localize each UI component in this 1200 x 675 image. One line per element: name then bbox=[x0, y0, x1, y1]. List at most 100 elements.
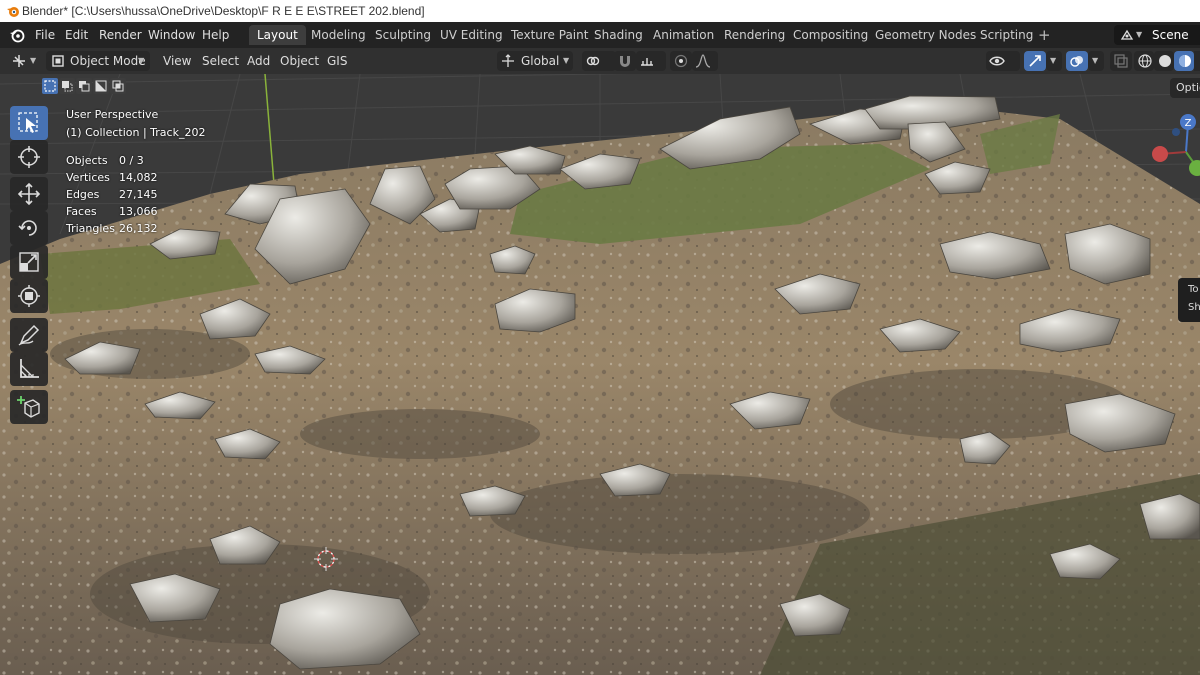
top-menu-bar: File Edit Render Window Help Layout Mode… bbox=[0, 22, 1200, 48]
menu-object[interactable]: Object bbox=[280, 51, 319, 71]
options-dropdown[interactable]: Options bbox=[1170, 78, 1200, 98]
gizmo-y-axis[interactable] bbox=[1189, 160, 1200, 176]
select-new-icon bbox=[44, 80, 56, 92]
measure-tool-button[interactable] bbox=[10, 352, 48, 386]
menu-help[interactable]: Help bbox=[202, 22, 229, 48]
rotate-icon bbox=[18, 220, 37, 236]
shading-wireframe-button[interactable] bbox=[1134, 51, 1154, 71]
select-new-button[interactable] bbox=[42, 78, 58, 94]
tab-animation[interactable]: Animation bbox=[645, 25, 722, 45]
sidebar-tab-line1: To bbox=[1188, 284, 1199, 295]
scene-selector[interactable]: ▼ Scene bbox=[1114, 25, 1200, 45]
xray-icon bbox=[1114, 54, 1128, 68]
annotate-tool-button[interactable] bbox=[10, 318, 48, 352]
3d-viewport[interactable] bbox=[0, 74, 1200, 675]
navigation-gizmo[interactable]: Z bbox=[1146, 110, 1200, 190]
menu-select[interactable]: Select bbox=[202, 51, 239, 71]
tab-shading[interactable]: Shading bbox=[586, 25, 651, 45]
overlays-dropdown[interactable]: ▼ bbox=[1088, 51, 1104, 71]
gizmo-z-label: Z bbox=[1185, 118, 1192, 129]
select-subtract-button[interactable] bbox=[76, 78, 92, 94]
sidebar-tab-line2: Sh bbox=[1188, 302, 1200, 313]
pencil-icon bbox=[18, 324, 40, 346]
chevron-down-icon: ▼ bbox=[563, 56, 570, 65]
cursor-tool-button[interactable] bbox=[10, 140, 48, 174]
snap-target-dropdown[interactable] bbox=[636, 51, 666, 71]
rotate-tool-button[interactable] bbox=[10, 211, 48, 245]
snap-toggle[interactable] bbox=[614, 51, 636, 71]
xray-toggle[interactable] bbox=[1110, 51, 1132, 71]
view-perspective-label: User Perspective bbox=[66, 108, 159, 121]
menu-file[interactable]: File bbox=[35, 22, 55, 48]
menu-view[interactable]: View bbox=[163, 51, 191, 71]
gizmo-neg-z-axis[interactable] bbox=[1172, 128, 1180, 136]
window-title: Blender* [C:\Users\hussa\OneDrive\Deskto… bbox=[22, 4, 425, 18]
gizmo-x-axis[interactable] bbox=[1152, 146, 1168, 162]
object-mode-dropdown[interactable]: Object Mode ▼ bbox=[46, 51, 150, 71]
move-tool-button[interactable] bbox=[10, 177, 48, 211]
gizmo-arrow-icon bbox=[1029, 55, 1041, 67]
eye-icon bbox=[989, 56, 1005, 66]
sidebar-tool-tab[interactable]: To Sh bbox=[1178, 278, 1200, 322]
visibility-dropdown[interactable] bbox=[986, 51, 1020, 71]
add-workspace-button[interactable]: + bbox=[1038, 22, 1051, 48]
select-intersect-button[interactable] bbox=[110, 78, 126, 94]
proportional-edit-icon bbox=[674, 54, 688, 68]
material-sphere-icon bbox=[1179, 55, 1191, 67]
orientation-label: Global bbox=[521, 54, 560, 68]
orientation-axes-icon bbox=[502, 54, 514, 67]
select-intersect-icon bbox=[112, 80, 124, 92]
select-extend-button[interactable] bbox=[59, 78, 75, 94]
magnet-icon bbox=[620, 56, 630, 67]
chevron-down-icon: ▼ bbox=[1050, 56, 1057, 65]
add-cube-tool-button[interactable] bbox=[10, 390, 48, 424]
tab-texture-paint[interactable]: Texture Paint bbox=[503, 25, 596, 45]
select-extend-icon bbox=[62, 81, 73, 92]
falloff-curve-icon bbox=[695, 54, 711, 68]
transform-tool-button[interactable] bbox=[10, 279, 48, 313]
ruler-icon bbox=[20, 359, 39, 378]
transform-orientation-dropdown[interactable]: Global ▼ bbox=[497, 51, 573, 71]
scale-icon bbox=[19, 252, 39, 272]
tab-rendering[interactable]: Rendering bbox=[716, 25, 793, 45]
tab-uv-editing[interactable]: UV Editing bbox=[432, 25, 511, 45]
tab-scripting[interactable]: Scripting bbox=[972, 25, 1041, 45]
menu-add[interactable]: Add bbox=[247, 51, 270, 71]
object-mode-label: Object Mode bbox=[70, 54, 146, 68]
menu-edit[interactable]: Edit bbox=[65, 22, 88, 48]
tab-compositing[interactable]: Compositing bbox=[785, 25, 876, 45]
shading-rendered-button[interactable] bbox=[1194, 51, 1200, 71]
viewport-header: ▼ Object Mode ▼ View Select Add Object G… bbox=[0, 48, 1200, 74]
menu-gis[interactable]: GIS bbox=[327, 51, 347, 71]
transform-icon bbox=[18, 285, 40, 307]
scale-tool-button[interactable] bbox=[10, 245, 48, 279]
shading-material-button[interactable] bbox=[1174, 51, 1194, 71]
shading-solid-button[interactable] bbox=[1154, 51, 1174, 71]
tab-geometry-nodes[interactable]: Geometry Nodes bbox=[867, 25, 984, 45]
menu-render[interactable]: Render bbox=[99, 22, 142, 48]
tab-modeling[interactable]: Modeling bbox=[303, 25, 374, 45]
pivot-link-icon bbox=[586, 56, 600, 66]
3d-cursor-icon bbox=[18, 146, 40, 168]
select-cursor-icon bbox=[18, 112, 38, 133]
overlays-toggle[interactable] bbox=[1066, 51, 1088, 71]
object-mode-icon bbox=[52, 55, 64, 67]
select-subtract-icon bbox=[79, 81, 90, 92]
blender-menu-icon[interactable] bbox=[9, 27, 25, 43]
menu-window[interactable]: Window bbox=[148, 22, 195, 48]
gizmo-toggle[interactable] bbox=[1024, 51, 1046, 71]
gizmo-dropdown[interactable]: ▼ bbox=[1046, 51, 1062, 71]
select-invert-button[interactable] bbox=[93, 78, 109, 94]
axis-gizmo-icon bbox=[13, 55, 25, 67]
proportional-edit-toggle[interactable] bbox=[670, 51, 692, 71]
pivot-point-dropdown[interactable] bbox=[582, 51, 616, 71]
chevron-down-icon: ▼ bbox=[1136, 30, 1143, 39]
tab-layout[interactable]: Layout bbox=[249, 25, 306, 45]
snap-increment-icon bbox=[641, 58, 653, 66]
scene-icon bbox=[1120, 29, 1134, 40]
proportional-falloff-dropdown[interactable] bbox=[692, 51, 718, 71]
tab-sculpting[interactable]: Sculpting bbox=[367, 25, 439, 45]
tweak-tool-button[interactable] bbox=[10, 106, 48, 140]
editor-type-button[interactable]: ▼ bbox=[8, 51, 42, 71]
window-title-bar: Blender* [C:\Users\hussa\OneDrive\Deskto… bbox=[0, 0, 1200, 22]
